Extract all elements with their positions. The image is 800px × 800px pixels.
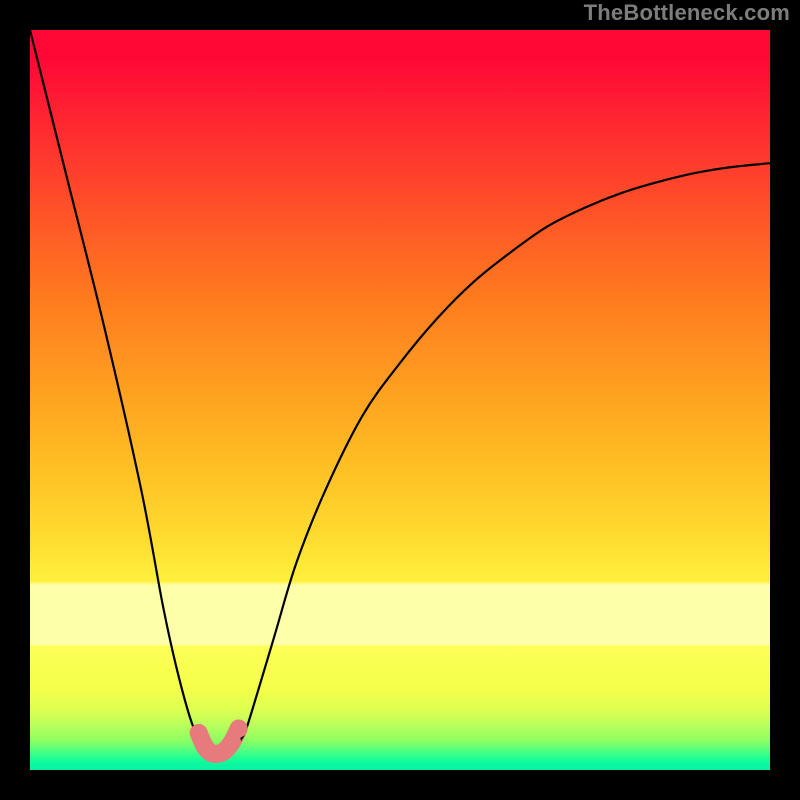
watermark-text: TheBottleneck.com <box>584 0 790 26</box>
highlight-dot <box>230 720 248 738</box>
highlight-dots <box>190 720 248 763</box>
chart-frame: TheBottleneck.com <box>0 0 800 800</box>
main-curve <box>30 30 770 756</box>
chart-svg <box>30 30 770 770</box>
